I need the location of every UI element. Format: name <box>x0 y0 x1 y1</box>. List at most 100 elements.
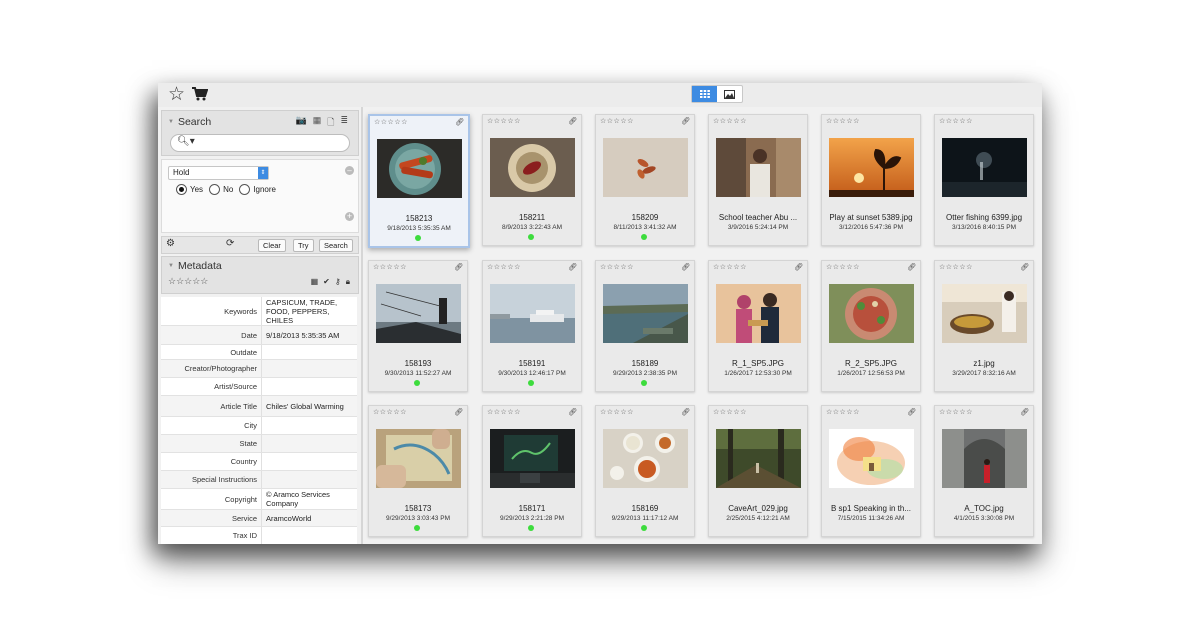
link-icon[interactable]: 🔗︎ <box>681 117 690 125</box>
asset-tile[interactable]: ☆☆☆☆☆ 🔗︎ z1.jpg 3/29/2017 8:32:16 AM <box>934 260 1034 392</box>
rating-stars[interactable]: ☆☆☆☆☆ <box>374 118 408 126</box>
favorites-star-icon[interactable]: ☆ <box>168 85 185 105</box>
search-icon[interactable]: 🔍︎▾ <box>177 136 195 147</box>
grid-view-button[interactable] <box>692 86 717 102</box>
asset-thumbnail[interactable] <box>942 284 1027 343</box>
metadata-value[interactable]: AramcoWorld <box>262 510 354 526</box>
asset-thumbnail[interactable] <box>942 429 1027 488</box>
rating-stars[interactable]: ☆☆☆☆☆ <box>487 263 521 271</box>
asset-thumbnail[interactable] <box>377 139 462 198</box>
asset-tile[interactable]: ☆☆☆☆☆ Otter fishing 6399.jpg 3/13/2016 8:4… <box>934 114 1034 246</box>
remove-filter-icon[interactable]: – <box>345 166 354 175</box>
rating-stars[interactable]: ☆☆☆☆☆ <box>600 263 634 271</box>
key-icon[interactable]: ⚷ <box>335 277 341 287</box>
asset-thumbnail[interactable] <box>490 429 575 488</box>
asset-tile[interactable]: ☆☆☆☆☆ 🔗︎ 158171 9/29/2013 2:21:28 PM <box>482 405 582 537</box>
link-icon[interactable]: 🔗︎ <box>907 408 916 416</box>
link-icon[interactable]: 🔗︎ <box>1020 408 1029 416</box>
rating-stars[interactable]: ☆☆☆☆☆ <box>939 117 973 125</box>
asset-tile[interactable]: ☆☆☆☆☆ CaveArt_029.jpg 2/25/2015 4:12:21 AM <box>708 405 808 537</box>
link-icon[interactable]: 🔗︎ <box>454 408 463 416</box>
rating-stars[interactable]: ☆☆☆☆☆ <box>713 408 747 416</box>
metadata-value[interactable] <box>262 417 354 434</box>
filter-field-select[interactable]: Hold ⇕ <box>168 166 269 180</box>
search-button[interactable]: Search <box>319 239 353 252</box>
metadata-header[interactable]: ▼ Metadata <box>168 260 222 272</box>
rating-stars[interactable]: ☆☆☆☆☆ <box>373 263 407 271</box>
link-icon[interactable]: 🔗︎ <box>907 263 916 271</box>
metadata-value[interactable]: CAPSICUM, TRADE, FOOD, PEPPERS, CHILES <box>262 297 354 325</box>
asset-tile[interactable]: ☆☆☆☆☆ School teacher Abu ... 3/9/2016 5:24… <box>708 114 808 246</box>
asset-thumbnail[interactable] <box>603 429 688 488</box>
asset-thumbnail[interactable] <box>376 429 461 488</box>
rating-stars[interactable]: ☆☆☆☆☆ <box>939 263 973 271</box>
cart-icon[interactable] <box>192 87 209 106</box>
list-icon[interactable]: ≣ <box>340 115 348 131</box>
asset-thumbnail[interactable] <box>716 284 801 343</box>
link-icon[interactable]: 🔗︎ <box>454 263 463 271</box>
asset-tile[interactable]: ☆☆☆☆☆ 🔗︎ R_2_SP5.JPG 1/26/2017 12:56:53 PM <box>821 260 921 392</box>
metadata-value[interactable]: Chiles' Global Warming <box>262 396 354 416</box>
asset-thumbnail[interactable] <box>942 138 1027 197</box>
metadata-value[interactable] <box>262 453 354 470</box>
search-input[interactable] <box>197 136 337 149</box>
single-view-button[interactable] <box>717 86 742 102</box>
link-icon[interactable]: 🔗︎ <box>568 408 577 416</box>
asset-thumbnail[interactable] <box>829 138 914 197</box>
grid-icon[interactable]: ▦ <box>311 277 319 287</box>
rating-stars[interactable]: ☆☆☆☆☆ <box>713 117 747 125</box>
link-icon[interactable]: 🔗︎ <box>681 263 690 271</box>
asset-tile[interactable]: ☆☆☆☆☆ 🔗︎ A_TOC.jpg 4/1/2015 3:30:08 PM <box>934 405 1034 537</box>
rating-stars[interactable]: ☆☆☆☆☆ <box>168 276 208 287</box>
camera-icon[interactable]: 📷 <box>295 115 306 131</box>
asset-thumbnail[interactable] <box>376 284 461 343</box>
check-circle-icon[interactable]: ✔ <box>323 277 330 287</box>
asset-tile[interactable]: ☆☆☆☆☆ 🔗︎ R_1_SP5.JPG 1/26/2017 12:53:30 PM <box>708 260 808 392</box>
asset-tile[interactable]: ☆☆☆☆☆ 🔗︎ 158211 8/9/2013 3:22:43 AM <box>482 114 582 246</box>
asset-tile[interactable]: ☆☆☆☆☆ 🔗︎ B sp1 Speaking in th... 7/15/2015 … <box>821 405 921 537</box>
asset-tile[interactable]: ☆☆☆☆☆ 🔗︎ 158191 9/30/2013 12:46:17 PM <box>482 260 582 392</box>
metadata-value[interactable] <box>262 360 354 377</box>
link-icon[interactable]: 🔗︎ <box>455 118 464 126</box>
metadata-value[interactable]: © Aramco Services Company <box>262 489 354 509</box>
asset-tile[interactable]: ☆☆☆☆☆ 🔗︎ 158189 9/29/2013 2:38:35 PM <box>595 260 695 392</box>
metadata-value[interactable] <box>262 378 354 395</box>
gear-icon[interactable]: ⚙ <box>166 238 175 249</box>
radio-no[interactable]: No <box>209 184 233 195</box>
link-icon[interactable]: 🔗︎ <box>1020 263 1029 271</box>
clear-button[interactable]: Clear <box>258 239 286 252</box>
rating-stars[interactable]: ☆☆☆☆☆ <box>826 117 860 125</box>
metadata-value[interactable]: 9/18/2013 5:35:35 AM <box>262 326 354 344</box>
refresh-icon[interactable]: ⟳ <box>226 238 234 249</box>
metadata-value[interactable] <box>262 435 354 452</box>
link-icon[interactable]: 🔗︎ <box>794 263 803 271</box>
add-filter-icon[interactable]: + <box>345 212 354 221</box>
metadata-value[interactable] <box>262 471 354 488</box>
asset-thumbnail[interactable] <box>603 138 688 197</box>
asset-tile[interactable]: ☆☆☆☆☆ 🔗︎ 158173 9/29/2013 3:03:43 PM <box>368 405 468 537</box>
film-icon[interactable]: ▦ <box>313 115 322 131</box>
document-icon[interactable]: 🗋 <box>327 115 334 131</box>
asset-thumbnail[interactable] <box>829 284 914 343</box>
search-header[interactable]: ▼ Search <box>168 116 211 128</box>
metadata-value[interactable] <box>262 527 354 544</box>
radio-yes[interactable]: Yes <box>176 184 203 195</box>
asset-tile[interactable]: ☆☆☆☆☆ 🔗︎ 158193 9/30/2013 11:52:27 AM <box>368 260 468 392</box>
asset-thumbnail[interactable] <box>716 138 801 197</box>
asset-thumbnail[interactable] <box>716 429 801 488</box>
rating-stars[interactable]: ☆☆☆☆☆ <box>373 408 407 416</box>
link-icon[interactable]: 🔗︎ <box>568 263 577 271</box>
rating-stars[interactable]: ☆☆☆☆☆ <box>713 263 747 271</box>
try-button[interactable]: Try <box>293 239 314 252</box>
asset-tile[interactable]: ☆☆☆☆☆ 🔗︎ 158213 9/18/2013 5:35:35 AM <box>368 114 470 248</box>
asset-tile[interactable]: ☆☆☆☆☆ 🔗︎ 158209 8/11/2013 3:41:32 AM <box>595 114 695 246</box>
rating-stars[interactable]: ☆☆☆☆☆ <box>600 408 634 416</box>
lock-icon[interactable]: 🔒︎ <box>346 277 350 287</box>
asset-thumbnail[interactable] <box>829 429 914 488</box>
asset-thumbnail[interactable] <box>490 138 575 197</box>
link-icon[interactable]: 🔗︎ <box>568 117 577 125</box>
rating-stars[interactable]: ☆☆☆☆☆ <box>826 263 860 271</box>
rating-stars[interactable]: ☆☆☆☆☆ <box>487 117 521 125</box>
asset-thumbnail[interactable] <box>603 284 688 343</box>
link-icon[interactable]: 🔗︎ <box>681 408 690 416</box>
